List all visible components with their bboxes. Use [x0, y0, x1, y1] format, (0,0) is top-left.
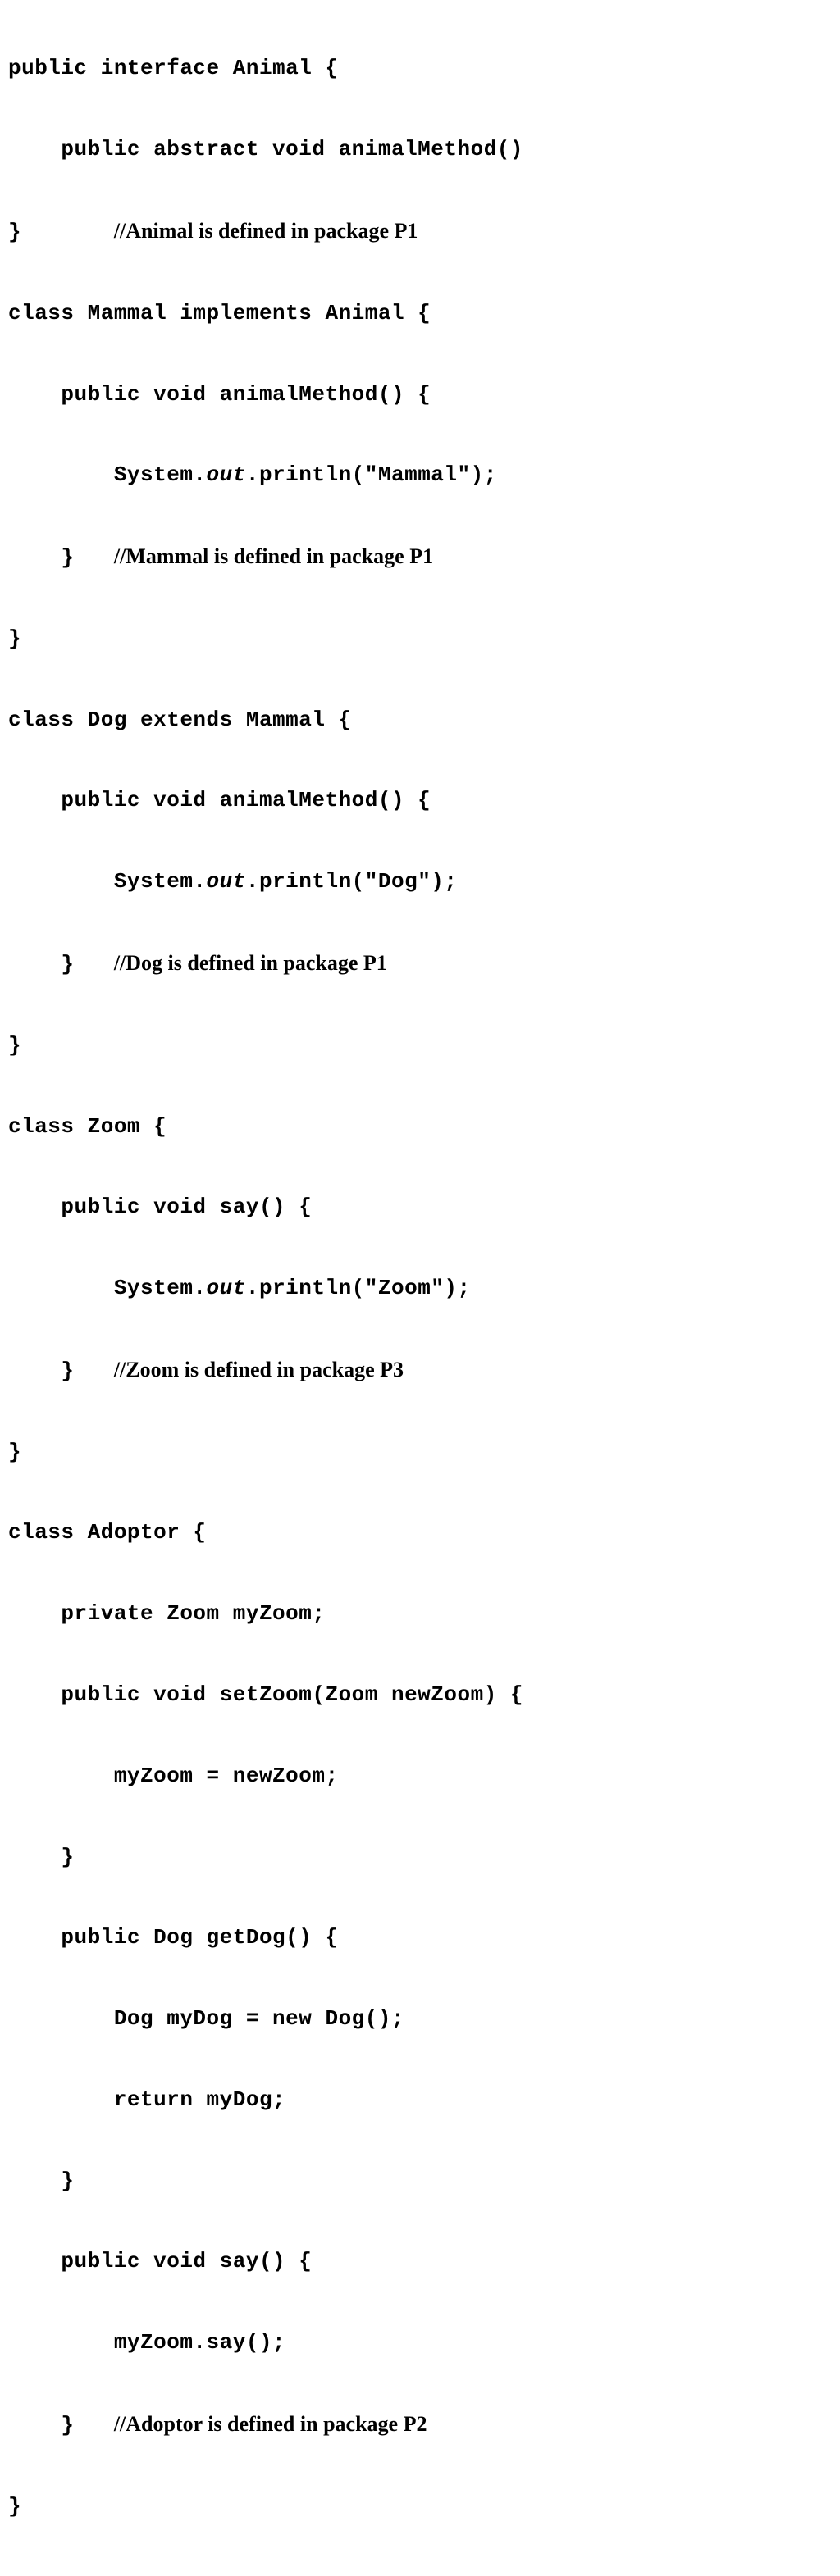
- code-block: public interface Animal { public abstrac…: [8, 8, 832, 2568]
- code-line: System.: [8, 462, 207, 487]
- code-line: return myDog;: [8, 2087, 285, 2112]
- code-line: }: [8, 220, 114, 244]
- code-line: public void setZoom(Zoom newZoom) {: [8, 1682, 523, 1707]
- code-comment: //Animal is defined in package P1: [114, 219, 418, 243]
- code-italic: out: [207, 462, 246, 487]
- code-line: }: [8, 1033, 21, 1058]
- code-line: }: [8, 2169, 75, 2193]
- code-line: public void animalMethod() {: [8, 788, 431, 812]
- code-line: private Zoom myZoom;: [8, 1601, 325, 1626]
- code-line: .println("Mammal");: [246, 462, 497, 487]
- code-line: public interface Animal {: [8, 56, 339, 80]
- code-line: .println("Dog");: [246, 869, 458, 894]
- code-italic: out: [207, 869, 246, 894]
- code-line: public abstract void animalMethod(): [8, 137, 523, 162]
- code-comment: //Zoom is defined in package P3: [114, 1358, 404, 1381]
- code-line: .println("Zoom");: [246, 1276, 471, 1300]
- code-comment: //Dog is defined in package P1: [114, 951, 387, 975]
- code-line: myZoom = newZoom;: [8, 1764, 339, 1788]
- code-italic: out: [207, 1276, 246, 1300]
- code-line: }: [8, 2413, 114, 2437]
- code-line: }: [8, 1440, 21, 1464]
- code-line: }: [8, 952, 114, 976]
- code-comment: //Adoptor is defined in package P2: [114, 2412, 427, 2436]
- code-line: class Zoom {: [8, 1114, 167, 1139]
- code-line: }: [8, 626, 21, 651]
- code-line: }: [8, 1845, 75, 1869]
- code-line: class Mammal implements Animal {: [8, 301, 431, 325]
- code-line: }: [8, 1359, 114, 1383]
- code-line: }: [8, 545, 114, 570]
- code-line: }: [8, 2494, 21, 2519]
- code-line: public void say() {: [8, 2249, 312, 2273]
- code-line: System.: [8, 869, 207, 894]
- code-line: myZoom.say();: [8, 2330, 285, 2355]
- code-line: public Dog getDog() {: [8, 1925, 339, 1950]
- code-line: public void say() {: [8, 1195, 312, 1219]
- code-line: Dog myDog = new Dog();: [8, 2006, 404, 2031]
- code-comment: //Mammal is defined in package P1: [114, 544, 433, 568]
- code-line: public void animalMethod() {: [8, 382, 431, 407]
- code-line: class Dog extends Mammal {: [8, 708, 352, 732]
- code-line: System.: [8, 1276, 207, 1300]
- code-line: class Adoptor {: [8, 1520, 207, 1545]
